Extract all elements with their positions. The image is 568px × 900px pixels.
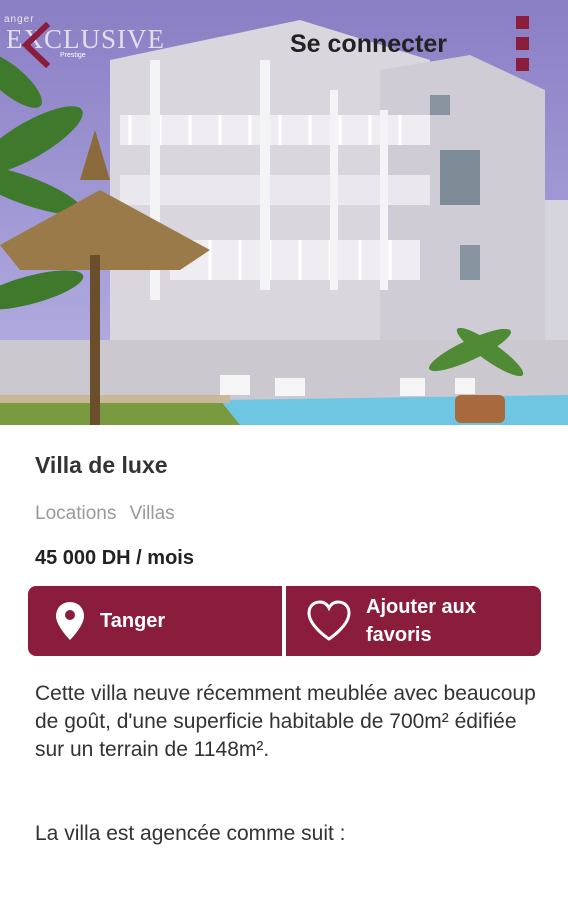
listing-categories: Locations Villas: [35, 503, 183, 525]
listing-description-continued: La villa est agencée comme suit :: [35, 822, 346, 845]
back-button[interactable]: [18, 21, 58, 69]
map-pin-icon: [54, 599, 86, 643]
listing-title: Villa de luxe: [35, 452, 168, 478]
add-favorite-button[interactable]: Ajouter aux favoris: [286, 586, 541, 656]
listing-description: Cette villa neuve récemment meublée avec…: [35, 682, 536, 761]
favorite-label-line1: Ajouter aux: [366, 596, 477, 618]
favorite-label: Ajouter aux favoris: [366, 593, 476, 649]
chevron-left-icon: [21, 21, 51, 69]
listing-actions: Tanger Ajouter aux favoris: [28, 586, 541, 656]
overflow-menu-icon: [516, 16, 529, 29]
location-label: Tanger: [100, 610, 166, 632]
category-tag[interactable]: Locations: [35, 503, 116, 524]
favorite-label-line2: favoris: [366, 624, 432, 646]
overflow-menu-icon-dot: [516, 58, 529, 71]
listing-price: 45 000 DH / mois: [35, 547, 194, 569]
overflow-menu-button[interactable]: [512, 16, 532, 76]
location-button[interactable]: Tanger: [28, 586, 282, 656]
overflow-menu-icon-dot: [516, 37, 529, 50]
brand-logo-sub: Prestige: [60, 52, 86, 59]
hero-image: anger EXCLUSIVE Prestige Se connecter: [0, 0, 568, 425]
category-tag[interactable]: Villas: [130, 503, 175, 524]
login-button[interactable]: Se connecter: [290, 30, 447, 59]
heart-icon: [306, 599, 352, 643]
